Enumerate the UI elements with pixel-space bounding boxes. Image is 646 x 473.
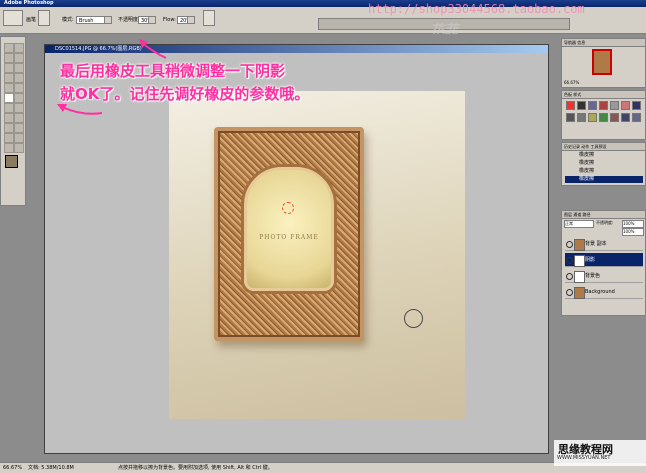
marquee-tool-icon[interactable] [4,43,14,53]
eyedropper-tool-icon[interactable] [14,133,24,143]
brush-preset-button[interactable] [38,10,50,26]
opacity-field[interactable]: 30% [138,16,156,24]
path-selection-tool-icon[interactable] [4,113,14,123]
visibility-eye-icon[interactable] [566,257,573,264]
styles-panel: 色板 样式 [561,90,646,140]
navigator-tabs[interactable]: 导航器 信息 [562,39,645,47]
tutorial-note-line-2: 就OK了。记住先调好橡皮的参数哦。 [60,85,310,103]
layer-thumbnail [574,255,585,267]
layer-opacity-field[interactable]: 100% [622,220,644,228]
mode-label: 模式: [62,17,74,23]
style-swatch[interactable] [610,113,619,122]
sun-ornament-icon [282,202,294,214]
flow-field[interactable]: 20% [177,16,195,24]
style-swatch[interactable] [599,101,608,110]
history-item[interactable]: 橡皮擦 [565,168,643,175]
tutorial-note-line-1: 最后用橡皮工具稍微调整一下阴影 [60,62,286,80]
visibility-eye-icon[interactable] [566,273,573,280]
type-tool-icon[interactable] [14,113,24,123]
photo-frame-label: PHOTO FRAME [259,234,319,241]
layer-fill-field[interactable]: 100% [622,228,644,236]
style-swatch[interactable] [566,113,575,122]
layer-name: 阴影 [585,257,596,263]
mode-select[interactable]: Brush [76,16,112,24]
eraser-tool-icon[interactable] [4,93,14,103]
style-swatch[interactable] [588,113,597,122]
style-swatch[interactable] [577,101,586,110]
zoom-tool-icon[interactable] [14,143,24,153]
brush-cursor-icon [404,309,423,328]
blend-mode-select[interactable]: 正常 [564,220,594,228]
photo-frame-window: PHOTO FRAME [244,167,334,291]
foreground-color-swatch[interactable] [5,155,18,168]
style-swatch[interactable] [599,113,608,122]
crop-tool-icon[interactable] [4,63,14,73]
layer-row[interactable]: 背景色 [565,269,643,283]
dodge-tool-icon[interactable] [14,103,24,113]
navigator-zoom[interactable]: 66.67% [564,80,579,85]
brush-label: 画笔 [26,17,37,23]
tutorial-note: 最后用橡皮工具稍微调整一下阴影 就OK了。记住先调好橡皮的参数哦。 [60,60,390,106]
airbrush-button[interactable] [203,10,215,26]
layers-panel: 图层 通道 路径 正常 不透明度: 100% 100% 背景 副本阴影背景色 Ba… [561,210,646,316]
layer-name: Background [585,289,615,295]
style-swatch[interactable] [632,113,641,122]
layer-row[interactable]: 背景 副本 [565,237,643,251]
canvas[interactable]: PHOTO FRAME [169,91,465,419]
palettes: 导航器 信息 66.67% 色板 样式 历史记录 动作 工具预设 橡皮擦 橡皮擦橡… [561,34,646,462]
lasso-tool-icon[interactable] [4,53,14,63]
history-tabs[interactable]: 历史记录 动作 工具预设 [562,143,645,151]
tool-preset-button[interactable] [3,10,23,26]
layer-thumbnail [574,271,585,283]
site-logo: 思缘教程网 WWW.MISSYUAN.NET [554,440,646,466]
history-item[interactable]: 橡皮擦 [565,152,643,159]
navigator-thumbnail[interactable] [592,49,612,75]
pointer-arrow-icon [139,39,167,59]
style-swatch[interactable] [632,101,641,110]
brush-tool-icon[interactable] [14,73,24,83]
history-brush-tool-icon[interactable] [14,83,24,93]
history-item[interactable]: 橡皮擦 [565,176,643,183]
visibility-eye-icon[interactable] [566,289,573,296]
shop-watermark: http://shop33044568.taobao.com [368,2,585,16]
shape-tool-icon[interactable] [14,123,24,133]
style-swatch[interactable] [610,101,619,110]
layer-row[interactable]: Background [565,285,643,299]
layer-row[interactable]: 阴影 [565,253,643,267]
layer-opacity-label: 不透明度: [596,220,614,225]
move-tool-icon[interactable] [14,43,24,53]
pen-tool-icon[interactable] [4,123,14,133]
gradient-tool-icon[interactable] [14,93,24,103]
layer-thumbnail [574,239,585,251]
layer-thumbnail [574,287,585,299]
app-title: Adobe Photoshop [4,0,54,6]
healing-brush-tool-icon[interactable] [4,73,14,83]
history-item[interactable]: 橡皮擦 [565,160,643,167]
opacity-label: 不透明度: [118,17,140,23]
document-title: DSC01514.JPG @ 66.7%(图层,RGB) [45,45,548,53]
magic-wand-tool-icon[interactable] [14,53,24,63]
styles-tabs[interactable]: 色板 样式 [562,91,645,99]
slice-tool-icon[interactable] [14,63,24,73]
photo-frame-image: PHOTO FRAME [214,127,364,341]
style-swatch[interactable] [577,113,586,122]
navigator-panel: 导航器 信息 66.67% [561,38,646,88]
style-swatch[interactable] [621,101,630,110]
flow-label: Flow: [163,17,176,23]
blur-tool-icon[interactable] [4,103,14,113]
clone-stamp-tool-icon[interactable] [4,83,14,93]
layer-name: 背景 副本 [585,241,607,247]
style-swatch[interactable] [588,101,597,110]
hand-tool-icon[interactable] [4,143,14,153]
status-bar: 66.67% 文档: 5.38M/10.8M 点按并拖移以擦为背景色。要用附加选… [0,462,646,473]
visibility-eye-icon[interactable] [566,241,573,248]
layer-name: 背景色 [585,273,601,279]
history-panel: 历史记录 动作 工具预设 橡皮擦 橡皮擦 橡皮擦 橡皮擦 [561,142,646,186]
layers-tabs[interactable]: 图层 通道 路径 [562,211,645,219]
style-swatch[interactable] [566,101,575,110]
style-swatch[interactable] [621,113,630,122]
site-url: WWW.MISSYUAN.NET [557,455,611,461]
toolbox [0,36,26,206]
notes-tool-icon[interactable] [4,133,14,143]
